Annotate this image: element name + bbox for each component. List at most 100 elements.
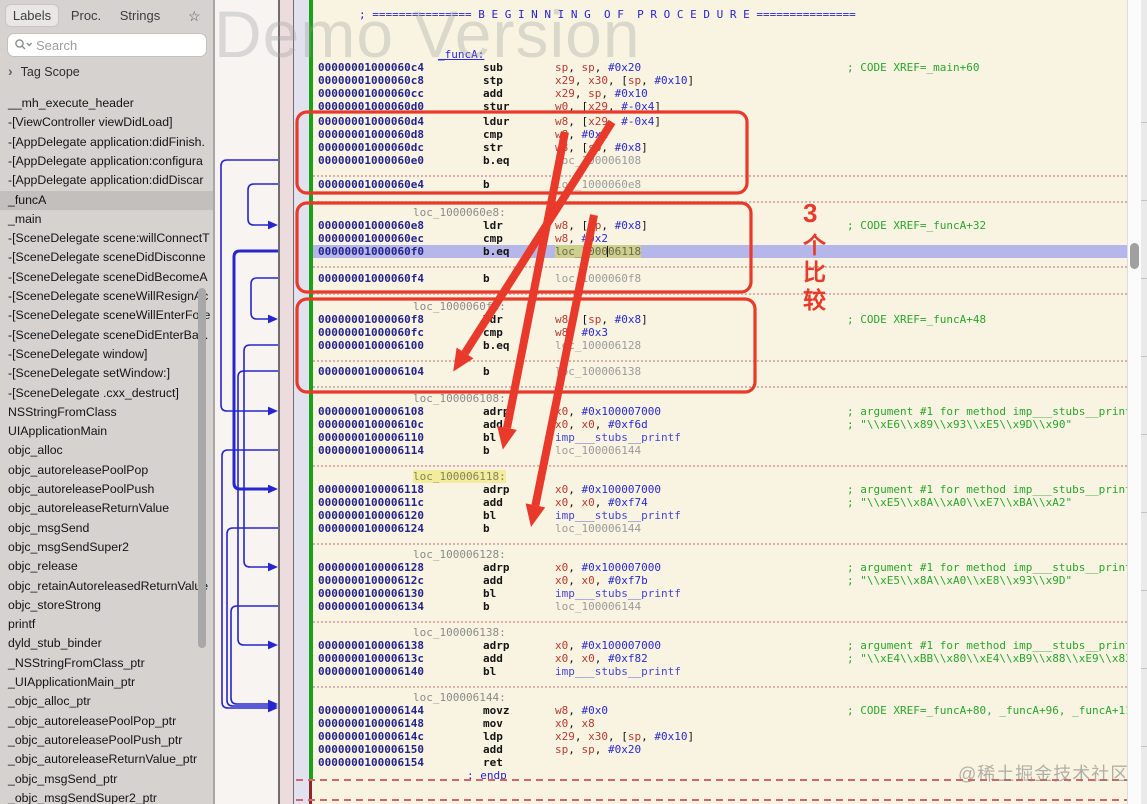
asm-row[interactable]: 00000001000060d8 cmp w8, #0x1	[313, 128, 1127, 141]
sidebar-item[interactable]: -[SceneDelegate window]	[0, 345, 215, 364]
sidebar-item[interactable]: objc_msgSendSuper2	[0, 538, 215, 557]
local-label-row[interactable]: loc_100006138:	[313, 626, 1127, 639]
sidebar-item[interactable]: printf	[0, 615, 215, 634]
asm-row[interactable]: 0000000100006144 movz w8, #0x0 ; CODE XREF=…	[313, 704, 1127, 717]
address: 0000000100006134	[318, 600, 424, 613]
tab-strings[interactable]: Strings	[112, 5, 168, 26]
sidebar-item[interactable]: _objc_msgSend_ptr	[0, 770, 215, 789]
nav-tick	[1141, 200, 1147, 201]
sidebar-item[interactable]: -[SceneDelegate .cxx_destruct]	[0, 384, 215, 403]
local-label-row[interactable]: loc_1000060f8:	[313, 300, 1127, 313]
favorite-star-icon[interactable]: ☆	[188, 8, 201, 25]
asm-row[interactable]: 00000001000060cc add x29, sp, #0x10	[313, 87, 1127, 100]
local-label-row[interactable]: loc_1000060e8:	[313, 206, 1127, 219]
local-label-row[interactable]: loc_100006118:	[313, 470, 1127, 484]
asm-row[interactable]: 00000001000060e0 b.eq loc_100006108	[313, 154, 1127, 167]
symbol-sidebar: Labels Proc. Strings ☆ › Tag Scope __mh_e…	[0, 0, 215, 804]
tab-labels[interactable]: Labels	[6, 5, 58, 26]
sidebar-item[interactable]: objc_retainAutoreleasedReturnValue	[0, 577, 215, 596]
comment: ; "\\xE5\\x8A\\xA0\\xE7\\xBA\\xA2"	[847, 496, 1073, 509]
asm-row[interactable]: 0000000100006140 bl imp___stubs__printf	[313, 665, 1127, 678]
sidebar-item[interactable]: objc_msgSend	[0, 519, 215, 538]
sidebar-item[interactable]: _UIApplicationMain_ptr	[0, 673, 215, 692]
main-scrollbar-track[interactable]	[1127, 0, 1142, 804]
tag-scope-row[interactable]: › Tag Scope	[8, 63, 80, 79]
asm-row[interactable]: 00000001000060e4 b loc_1000060e8	[313, 178, 1127, 191]
sidebar-item[interactable]: -[AppDelegate application:configura	[0, 152, 215, 171]
asm-row[interactable]: 00000001000060d0 stur w0, [x29, #-0x4]	[313, 100, 1127, 113]
sidebar-item[interactable]: _objc_alloc_ptr	[0, 692, 215, 711]
sidebar-item[interactable]: -[SceneDelegate sceneDidEnterBac.	[0, 326, 215, 345]
sidebar-item[interactable]: _funcA	[0, 190, 215, 210]
local-label-row[interactable]: loc_100006144:	[313, 691, 1127, 704]
sidebar-item[interactable]: objc_autoreleaseReturnValue	[0, 499, 215, 518]
asm-row[interactable]: 0000000100006104 b loc_100006138	[313, 365, 1127, 378]
sidebar-item[interactable]: objc_autoreleasePoolPop	[0, 461, 215, 480]
sidebar-item[interactable]: objc_storeStrong	[0, 596, 215, 615]
asm-row[interactable]: 0000000100006124 b loc_100006144	[313, 522, 1127, 535]
sidebar-scrollbar-thumb[interactable]	[198, 288, 206, 648]
comment: ; "\\xE5\\x8A\\xA0\\xE8\\x93\\x9D"	[847, 574, 1073, 587]
asm-row[interactable]: 0000000100006148 mov x0, x8	[313, 717, 1127, 730]
sidebar-item[interactable]: _objc_autoreleaseReturnValue_ptr	[0, 750, 215, 769]
main-scrollbar-thumb[interactable]	[1129, 243, 1139, 269]
asm-row[interactable]: 00000001000060c8 stp x29, x30, [sp, #0x10]	[313, 74, 1127, 87]
sidebar-item[interactable]: -[SceneDelegate scene:willConnectT	[0, 229, 215, 248]
asm-row[interactable]: 0000000100006150 add sp, sp, #0x20	[313, 743, 1127, 756]
asm-row[interactable]: 00000001000060f0 b.eq loc_100006118	[313, 245, 1127, 259]
address: 00000001000060fc	[318, 326, 424, 339]
opcode: ret	[483, 756, 503, 769]
operands: w0, [x29, #-0x4]	[555, 100, 661, 113]
local-label-row[interactable]: loc_100006108:	[313, 392, 1127, 405]
sidebar-item[interactable]: _main	[0, 210, 215, 229]
asm-row[interactable]: 0000000100006134 b loc_100006144	[313, 600, 1127, 613]
sidebar-item[interactable]: -[SceneDelegate sceneDidBecomeA	[0, 268, 215, 287]
asm-row[interactable]: 00000001000060d4 ldur w8, [x29, #-0x4]	[313, 115, 1127, 128]
sidebar-item[interactable]: _objc_autoreleasePoolPop_ptr	[0, 712, 215, 731]
sidebar-item[interactable]: UIApplicationMain	[0, 422, 215, 441]
tab-proc[interactable]: Proc.	[64, 5, 108, 26]
asm-row[interactable]: 00000001000060fc cmp w8, #0x3	[313, 326, 1127, 339]
sidebar-item[interactable]: __mh_execute_header	[0, 94, 215, 113]
asm-row[interactable]: 000000010000614c ldp x29, x30, [sp, #0x10]	[313, 730, 1127, 743]
sidebar-item[interactable]: -[ViewController viewDidLoad]	[0, 113, 215, 132]
local-label-row[interactable]: loc_100006128:	[313, 548, 1127, 561]
sidebar-item[interactable]: objc_release	[0, 557, 215, 576]
asm-row[interactable]: 0000000100006138 adrp x0, #0x100007000 ; ar…	[313, 639, 1127, 652]
sidebar-item[interactable]: -[SceneDelegate sceneDidDisconne	[0, 248, 215, 267]
sidebar-item[interactable]: -[SceneDelegate setWindow:]	[0, 364, 215, 383]
sidebar-item[interactable]: objc_autoreleasePoolPush	[0, 480, 215, 499]
asm-row[interactable]: 0000000100006114 b loc_100006144	[313, 444, 1127, 457]
sidebar-item[interactable]: -[SceneDelegate sceneWillResignAc	[0, 287, 215, 306]
asm-row[interactable]: 0000000100006110 bl imp___stubs__printf	[313, 431, 1127, 444]
operands: imp___stubs__printf	[555, 587, 681, 600]
search-input[interactable]	[7, 33, 207, 57]
asm-row[interactable]: 00000001000060f4 b loc_1000060f8	[313, 272, 1127, 285]
asm-row[interactable]: 00000001000060e8 ldr w8, [sp, #0x8] ; CODE …	[313, 219, 1127, 232]
asm-row[interactable]: 0000000100006130 bl imp___stubs__printf	[313, 587, 1127, 600]
asm-row[interactable]: 000000010000610c add x0, x0, #0xf6d ; "\\xE…	[313, 418, 1127, 431]
opcode: b.eq	[483, 154, 510, 167]
nav-tick	[1141, 356, 1147, 357]
asm-row[interactable]: 0000000100006128 adrp x0, #0x100007000 ; ar…	[313, 561, 1127, 574]
sidebar-item[interactable]: -[AppDelegate application:didFinish.	[0, 133, 215, 152]
asm-row[interactable]: 000000010000611c add x0, x0, #0xf74 ; "\\xE…	[313, 496, 1127, 509]
asm-row[interactable]: 00000001000060ec cmp w8, #0x2	[313, 232, 1127, 245]
sidebar-item[interactable]: -[SceneDelegate sceneWillEnterFore	[0, 306, 215, 325]
sidebar-item[interactable]: dyld_stub_binder	[0, 634, 215, 653]
sidebar-item[interactable]: _objc_msgSendSuper2_ptr	[0, 789, 215, 804]
address: 0000000100006144	[318, 704, 424, 717]
asm-row[interactable]: 000000010000612c add x0, x0, #0xf7b ; "\\xE…	[313, 574, 1127, 587]
sidebar-item[interactable]: NSStringFromClass	[0, 403, 215, 422]
asm-row[interactable]: 0000000100006120 bl imp___stubs__printf	[313, 509, 1127, 522]
asm-row[interactable]: 0000000100006108 adrp x0, #0x100007000 ; ar…	[313, 405, 1127, 418]
asm-row[interactable]: 000000010000613c add x0, x0, #0xf82 ; "\\xE…	[313, 652, 1127, 665]
asm-row[interactable]: 00000001000060f8 ldr w8, [sp, #0x8] ; CODE …	[313, 313, 1127, 326]
sidebar-item[interactable]: objc_alloc	[0, 441, 215, 460]
sidebar-item[interactable]: _NSStringFromClass_ptr	[0, 654, 215, 673]
sidebar-item[interactable]: _objc_autoreleasePoolPush_ptr	[0, 731, 215, 750]
asm-row[interactable]: 0000000100006118 adrp x0, #0x100007000 ; ar…	[313, 483, 1127, 496]
asm-row[interactable]: 00000001000060dc str w8, [sp, #0x8]	[313, 141, 1127, 154]
asm-row[interactable]: 0000000100006100 b.eq loc_100006128	[313, 339, 1127, 352]
sidebar-item[interactable]: -[AppDelegate application:didDiscar	[0, 171, 215, 190]
